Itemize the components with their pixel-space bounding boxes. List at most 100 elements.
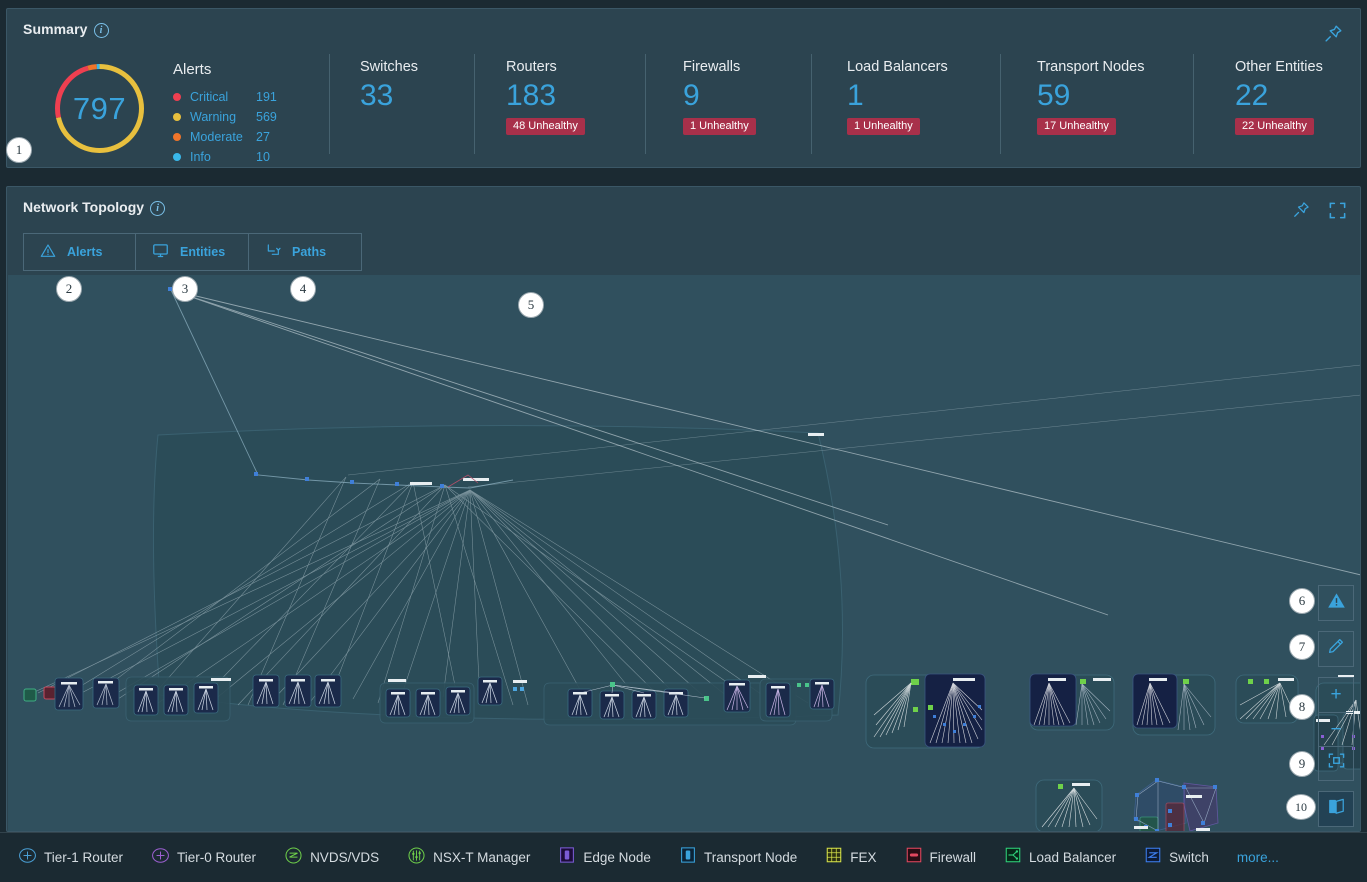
legend-toggle-button[interactable] (1319, 792, 1353, 826)
legend-more-link[interactable]: more... (1237, 850, 1279, 865)
legend-item-switch[interactable]: Switch (1144, 846, 1209, 869)
callout-number: 3 (181, 281, 189, 296)
info-icon[interactable]: i (150, 201, 166, 216)
summary-title-text: Summary (23, 21, 88, 37)
metric-label: Routers (506, 59, 557, 75)
legend-item-firewall[interactable]: Firewall (905, 846, 977, 869)
callout-number: 1 (15, 142, 23, 157)
legend-item-nsxt-manager[interactable]: NSX-T Manager (407, 846, 530, 870)
callout-4: 4 (290, 276, 316, 302)
pin-icon[interactable] (1322, 23, 1346, 47)
legend-item-load-balancer[interactable]: Load Balancer (1004, 846, 1116, 869)
topology-title: Network Topology i (23, 199, 166, 216)
topology-tabs: Alerts Entities Paths (23, 233, 362, 271)
divider (1000, 54, 1001, 154)
callout-number: 5 (527, 297, 535, 312)
plus-icon: + (1330, 684, 1342, 705)
legend-item-tier0-router[interactable]: Tier-0 Router (151, 846, 256, 870)
path-icon (265, 243, 281, 262)
metric-value: 22 (1235, 79, 1269, 112)
metric-label: Firewalls (683, 59, 741, 75)
status-badge[interactable]: 48 Unhealthy (506, 118, 585, 135)
legend-item-tier1-router[interactable]: Tier-1 Router (18, 846, 123, 870)
status-badge[interactable]: 1 Unhealthy (683, 118, 756, 135)
metric-transport-nodes[interactable]: Transport Nodes 59 17 Unhealthy (1037, 59, 1144, 135)
tab-entities[interactable]: Entities (136, 233, 249, 271)
callout-1: 1 (6, 137, 32, 163)
metric-load-balancers[interactable]: Load Balancers 1 1 Unhealthy (847, 59, 948, 135)
status-badge[interactable]: 22 Unhealthy (1235, 118, 1314, 135)
legend-group (1318, 791, 1354, 827)
alert-count-warning: 569 (256, 110, 277, 124)
load-balancer-icon (1004, 846, 1022, 869)
legend-label: Firewall (929, 850, 977, 865)
callout-6: 6 (1289, 588, 1315, 614)
tier1-router-icon (18, 846, 37, 870)
alerts-overlay-button[interactable] (1319, 586, 1353, 620)
tab-label: Paths (292, 245, 327, 259)
callout-number: 6 (1298, 593, 1306, 608)
alert-row-info[interactable]: Info 10 (173, 147, 313, 167)
severity-dot-moderate (173, 133, 181, 141)
nsxt-manager-icon (407, 846, 426, 870)
entity-cluster (1035, 779, 1103, 831)
callout-number: 7 (1298, 639, 1306, 654)
callout-number: 2 (65, 281, 73, 296)
severity-dot-warning (173, 113, 181, 121)
metric-value: 9 (683, 79, 700, 112)
entity-type-legend: Tier-1 Router Tier-0 Router NVDS/VDS NSX… (0, 832, 1367, 882)
legend-item-edge-node[interactable]: Edge Node (558, 846, 651, 869)
metric-label: Load Balancers (847, 59, 948, 75)
fullscreen-icon[interactable] (1324, 197, 1350, 223)
alert-count-critical: 191 (256, 90, 277, 104)
topology-graph-canvas[interactable] (8, 275, 1360, 831)
zoom-out-button[interactable]: − (1319, 712, 1353, 746)
metric-value: 1 (847, 79, 864, 112)
host-node (92, 677, 120, 709)
severity-dot-info (173, 153, 181, 161)
topology-title-text: Network Topology (23, 199, 145, 215)
callout-2: 2 (56, 276, 82, 302)
metric-other-entities[interactable]: Other Entities 22 22 Unhealthy (1235, 59, 1323, 135)
alert-row-warning[interactable]: Warning 569 (173, 107, 313, 127)
alert-row-critical[interactable]: Critical 191 (173, 87, 313, 107)
legend-label: FEX (850, 850, 877, 865)
network-topology-card: Network Topology i Alerts Entities Paths… (6, 186, 1361, 832)
edit-button[interactable] (1319, 632, 1353, 666)
entity-cluster (1235, 674, 1299, 724)
legend-label: Transport Node (703, 850, 798, 865)
zoom-in-button[interactable]: + (1319, 678, 1353, 712)
alerts-total-value: 797 (72, 90, 127, 126)
tab-paths[interactable]: Paths (249, 233, 362, 271)
divider (329, 54, 330, 154)
fit-to-screen-button[interactable] (1319, 746, 1353, 780)
legend-label: Tier-1 Router (44, 850, 124, 865)
status-badge[interactable]: 17 Unhealthy (1037, 118, 1116, 135)
firewall-icon (905, 846, 923, 869)
legend-label: Load Balancer (1029, 850, 1117, 865)
legend-item-fex[interactable]: FEX (825, 846, 877, 869)
tier0-router-icon (151, 846, 170, 870)
legend-item-transport-node[interactable]: Transport Node (679, 846, 797, 869)
summary-card: Summary i 797 Alerts Critical 191 Warnin… (6, 8, 1361, 168)
alert-row-moderate[interactable]: Moderate 27 (173, 127, 313, 147)
legend-item-nvds-vds[interactable]: NVDS/VDS (284, 846, 379, 870)
tab-alerts[interactable]: Alerts (23, 233, 136, 271)
metric-switches[interactable]: Switches 33 (360, 59, 418, 113)
pin-icon[interactable] (1288, 197, 1314, 223)
info-icon[interactable]: i (93, 23, 109, 38)
legend-label: NVDS/VDS (310, 850, 380, 865)
warning-triangle-icon (40, 243, 56, 262)
status-badge[interactable]: 1 Unhealthy (847, 118, 920, 135)
metric-firewalls[interactable]: Firewalls 9 1 Unhealthy (683, 59, 756, 135)
metric-routers[interactable]: Routers 183 48 Unhealthy (506, 59, 585, 135)
legend-label: NSX-T Manager (433, 850, 531, 865)
divider (474, 54, 475, 154)
fex-icon (825, 846, 843, 869)
metric-value: 183 (506, 79, 557, 112)
entity-cluster-mesh (1133, 778, 1219, 831)
alert-label-critical: Critical (190, 90, 229, 104)
tab-label: Entities (180, 245, 226, 259)
alerts-donut-chart: 797 (52, 61, 147, 156)
edit-group (1318, 631, 1354, 667)
